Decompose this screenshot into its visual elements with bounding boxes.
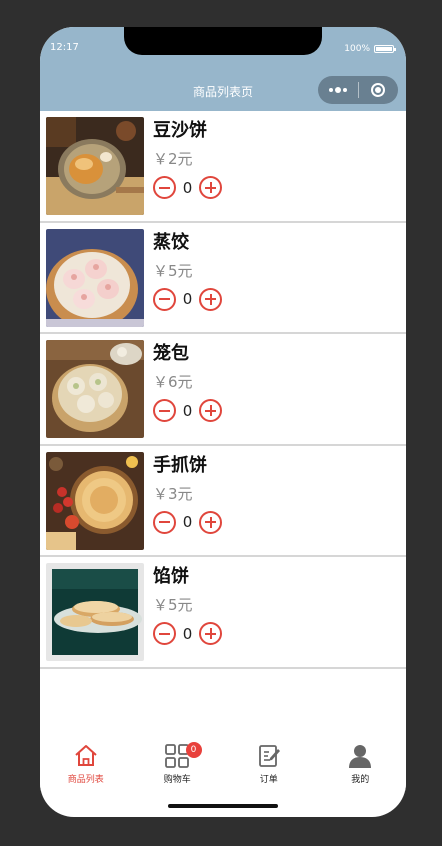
tab-label: 订单 <box>259 775 278 785</box>
tab-cart[interactable]: 0 购物车 <box>132 735 224 791</box>
quantity-value: 0 <box>182 624 193 643</box>
minus-button[interactable] <box>153 399 176 423</box>
minus-button[interactable] <box>153 176 176 199</box>
tab-product-list[interactable]: 商品列表 <box>40 735 132 791</box>
status-right: 100% <box>344 44 396 54</box>
product-item: 笼包 ￥6元 0 <box>40 334 406 446</box>
product-info: 蒸饺 ￥5元 0 <box>153 230 222 311</box>
product-item: 馅饼 ￥5元 0 <box>40 557 406 669</box>
product-image-hand-pulled-pancake[interactable] <box>46 451 144 550</box>
quantity-stepper: 0 <box>153 287 222 311</box>
product-info: 笼包 ￥6元 0 <box>153 341 222 423</box>
plus-button[interactable] <box>199 399 222 423</box>
product-image-basket-buns[interactable] <box>46 340 144 439</box>
quantity-value: 0 <box>182 178 193 197</box>
product-price: ￥2元 <box>153 150 193 168</box>
quantity-value: 0 <box>182 290 193 309</box>
quantity-stepper: 0 <box>153 176 222 199</box>
plus-button[interactable] <box>199 510 222 534</box>
product-name: 馅饼 <box>153 566 189 588</box>
product-price: ￥3元 <box>153 484 193 503</box>
battery-percent: 100% <box>344 44 370 54</box>
quantity-stepper: 0 <box>153 622 222 646</box>
home-icon <box>73 743 99 769</box>
product-name: 蒸饺 <box>153 231 189 253</box>
product-list: 豆沙饼 ￥2元 0 蒸饺 ￥5元 0 笼包 ￥6元 0 手抓饼 ￥3元 0 馅饼… <box>40 111 406 669</box>
tab-bar: 商品列表 0 购物车 订单 我的 <box>40 735 406 791</box>
product-info: 手抓饼 ￥3元 0 <box>153 453 222 534</box>
capsule-menu <box>318 76 398 104</box>
quantity-value: 0 <box>182 401 193 420</box>
navbar: 商品列表页 <box>40 71 406 111</box>
product-item: 蒸饺 ￥5元 0 <box>40 222 406 335</box>
plus-button[interactable] <box>199 176 222 199</box>
notch <box>124 27 322 55</box>
home-indicator <box>168 804 278 808</box>
tab-label: 商品列表 <box>67 775 104 785</box>
quantity-value: 0 <box>182 513 193 532</box>
tab-profile[interactable]: 我的 <box>315 735 407 791</box>
status-time: 12:17 <box>50 42 79 53</box>
product-info: 豆沙饼 ￥2元 0 <box>153 118 222 199</box>
close-miniprogram-icon[interactable] <box>358 83 398 97</box>
quantity-stepper: 0 <box>153 510 222 534</box>
product-price: ￥6元 <box>153 373 193 392</box>
phone-frame: 12:17 100% 商品列表页 豆沙饼 ￥2元 0 蒸饺 ￥5元 0 笼包 ￥… <box>40 27 406 817</box>
product-name: 笼包 <box>153 343 189 365</box>
minus-button[interactable] <box>153 287 176 311</box>
product-info: 馅饼 ￥5元 0 <box>153 564 222 646</box>
tab-label: 购物车 <box>163 775 191 785</box>
minus-button[interactable] <box>153 510 176 534</box>
plus-button[interactable] <box>199 287 222 311</box>
product-price: ￥5元 <box>153 261 193 280</box>
product-price: ￥5元 <box>153 596 193 615</box>
product-item: 豆沙饼 ￥2元 0 <box>40 111 406 223</box>
plus-button[interactable] <box>199 622 222 646</box>
tab-orders[interactable]: 订单 <box>223 735 315 791</box>
edit-doc-icon <box>256 743 282 769</box>
product-image-steamed-dumplings[interactable] <box>46 228 144 327</box>
product-image-bean-paste-pastry[interactable] <box>46 117 144 215</box>
quantity-stepper: 0 <box>153 399 222 423</box>
cart-badge: 0 <box>185 742 202 758</box>
more-icon[interactable] <box>318 87 358 93</box>
page-title: 商品列表页 <box>192 84 253 99</box>
product-name: 豆沙饼 <box>153 120 207 141</box>
minus-button[interactable] <box>153 622 176 646</box>
product-name: 手抓饼 <box>153 454 207 476</box>
user-icon <box>347 743 373 769</box>
product-item: 手抓饼 ￥3元 0 <box>40 445 406 558</box>
product-image-stuffed-pie[interactable] <box>46 563 144 662</box>
battery-icon <box>374 45 396 53</box>
tab-label: 我的 <box>351 775 370 785</box>
